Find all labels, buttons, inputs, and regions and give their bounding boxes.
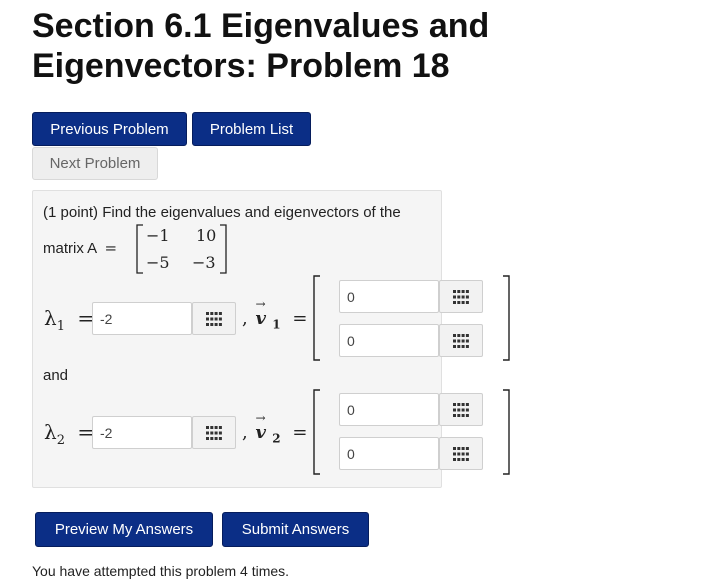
v1-comma: , xyxy=(242,308,248,329)
v2-bracket-right xyxy=(503,389,510,475)
grid-icon xyxy=(453,446,469,461)
v2-input-2[interactable]: 0 xyxy=(339,437,439,470)
lambda2-grid-button[interactable] xyxy=(192,416,236,449)
matrix-label-line: matrix A = xyxy=(43,239,117,257)
v1-bracket-right xyxy=(503,275,510,361)
v1-equals: = xyxy=(292,308,308,329)
v2-equals: = xyxy=(292,422,308,443)
grid-icon xyxy=(206,425,222,440)
matrix-cell-0-0: −1 xyxy=(146,226,170,245)
matrix-bracket-right xyxy=(220,224,227,274)
vector-arrow-icon: → xyxy=(255,411,266,425)
problem-prompt-line: (1 point) Find the eigenvalues and eigen… xyxy=(43,204,401,221)
attempts-text: You have attempted this problem 4 times. xyxy=(32,563,290,579)
v1-grid-button-1[interactable] xyxy=(439,280,483,313)
lambda2-subscript: 2 xyxy=(56,433,65,448)
page-title: Section 6.1 Eigenvalues and Eigenvectors… xyxy=(32,7,490,85)
points-label: (1 point) xyxy=(43,204,99,221)
v2-grid-button-2[interactable] xyxy=(439,437,483,470)
v1-subscript: 1 xyxy=(272,317,281,332)
grid-icon xyxy=(453,289,469,304)
grid-icon xyxy=(453,402,469,417)
v1-grid-button-2[interactable] xyxy=(439,324,483,357)
matrix-bracket-left xyxy=(136,224,143,274)
lambda2-symbol: λ xyxy=(44,420,57,444)
lambda2-input[interactable]: -2 xyxy=(92,416,192,449)
submit-answers-button[interactable]: Submit Answers xyxy=(222,512,369,547)
matrix-cell-1-0: −5 xyxy=(146,253,170,272)
matrix-label: matrix A xyxy=(43,240,97,257)
vector-arrow-icon: → xyxy=(255,297,266,311)
grid-icon xyxy=(453,333,469,348)
matrix-cell-1-1: −3 xyxy=(192,253,216,272)
v1-symbol: v → xyxy=(255,297,272,329)
next-problem-button[interactable]: Next Problem xyxy=(32,147,158,180)
lambda2-label: λ2 = xyxy=(44,420,94,448)
v2-subscript: 2 xyxy=(272,431,281,446)
v2-grid-button-1[interactable] xyxy=(439,393,483,426)
v2-input-1[interactable]: 0 xyxy=(339,393,439,426)
lambda1-input[interactable]: -2 xyxy=(92,302,192,335)
v2-bracket-left xyxy=(313,389,320,475)
v2-symbol: v → xyxy=(255,411,272,443)
v1-label: , v → 1 = xyxy=(242,297,308,332)
lambda1-label: λ1 = xyxy=(44,306,94,334)
v1-letter: v xyxy=(255,308,266,329)
v1-input-1[interactable]: 0 xyxy=(339,280,439,313)
matrix-cell-0-1: 10 xyxy=(196,226,217,245)
lambda1-subscript: 1 xyxy=(56,319,65,334)
matrix-equals: = xyxy=(104,239,118,257)
v2-letter: v xyxy=(255,422,266,443)
preview-answers-button[interactable]: Preview My Answers xyxy=(35,512,213,547)
v2-label: , v → 2 = xyxy=(242,411,308,446)
v1-bracket-left xyxy=(313,275,320,361)
and-label: and xyxy=(43,367,69,384)
problem-list-button[interactable]: Problem List xyxy=(192,112,311,146)
lambda1-grid-button[interactable] xyxy=(192,302,236,335)
problem-prompt: Find the eigenvalues and eigenvectors of… xyxy=(102,204,401,221)
grid-icon xyxy=(206,311,222,326)
lambda1-symbol: λ xyxy=(44,306,57,330)
v1-input-2[interactable]: 0 xyxy=(339,324,439,357)
previous-problem-button[interactable]: Previous Problem xyxy=(32,112,187,146)
v2-comma: , xyxy=(242,422,248,443)
